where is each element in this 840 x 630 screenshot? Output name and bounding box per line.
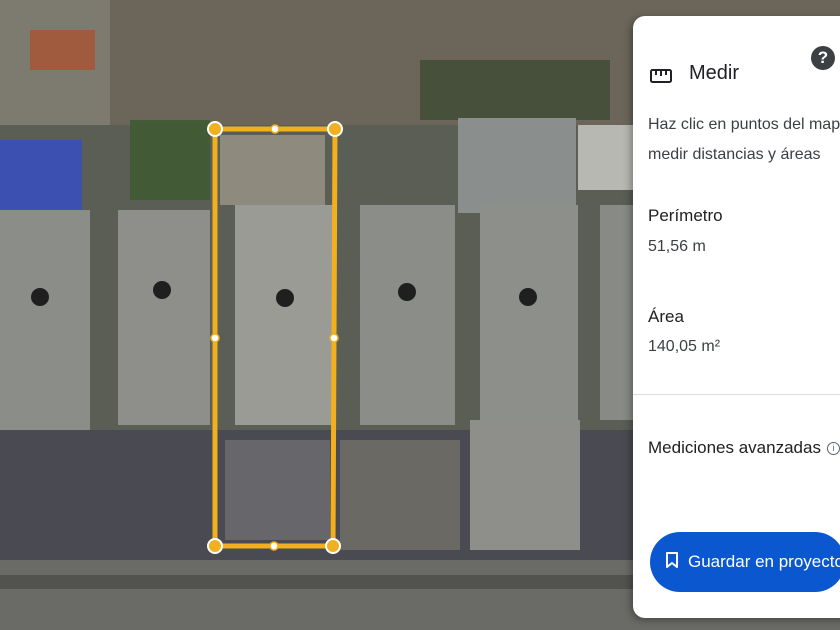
vertex-handle[interactable] <box>207 538 223 554</box>
save-to-project-button[interactable]: Guardar en proyecto <box>650 532 840 592</box>
area-label: Área <box>648 307 684 326</box>
midpoint-handle[interactable] <box>329 333 339 343</box>
area-value: 140,05 m² <box>648 338 721 355</box>
help-icon[interactable]: ? <box>811 46 835 70</box>
info-icon[interactable]: i <box>826 442 840 456</box>
vertex-handle[interactable] <box>207 121 223 137</box>
ruler-icon <box>650 69 672 83</box>
perimeter-value: 51,56 m <box>648 238 706 255</box>
advanced-measurements-label: Mediciones avanzadas <box>648 438 821 457</box>
vertex-handle[interactable] <box>325 538 341 554</box>
save-button-label: Guardar en proyecto <box>688 552 840 571</box>
midpoint-handle[interactable] <box>210 333 220 343</box>
instructions-text: Haz clic en puntos del mapa para medir d… <box>648 116 840 163</box>
midpoint-handle[interactable] <box>270 124 280 134</box>
vertex-handle[interactable] <box>327 121 343 137</box>
divider <box>633 394 840 395</box>
measure-panel: Medir ? Haz clic en puntos del mapa para… <box>633 16 840 618</box>
midpoint-handle[interactable] <box>269 541 279 551</box>
bookmark-icon <box>666 552 678 568</box>
perimeter-label: Perímetro <box>648 206 723 225</box>
advanced-measurements-link[interactable]: Mediciones avanzadas i <box>648 438 840 458</box>
panel-title: Medir <box>689 62 740 84</box>
